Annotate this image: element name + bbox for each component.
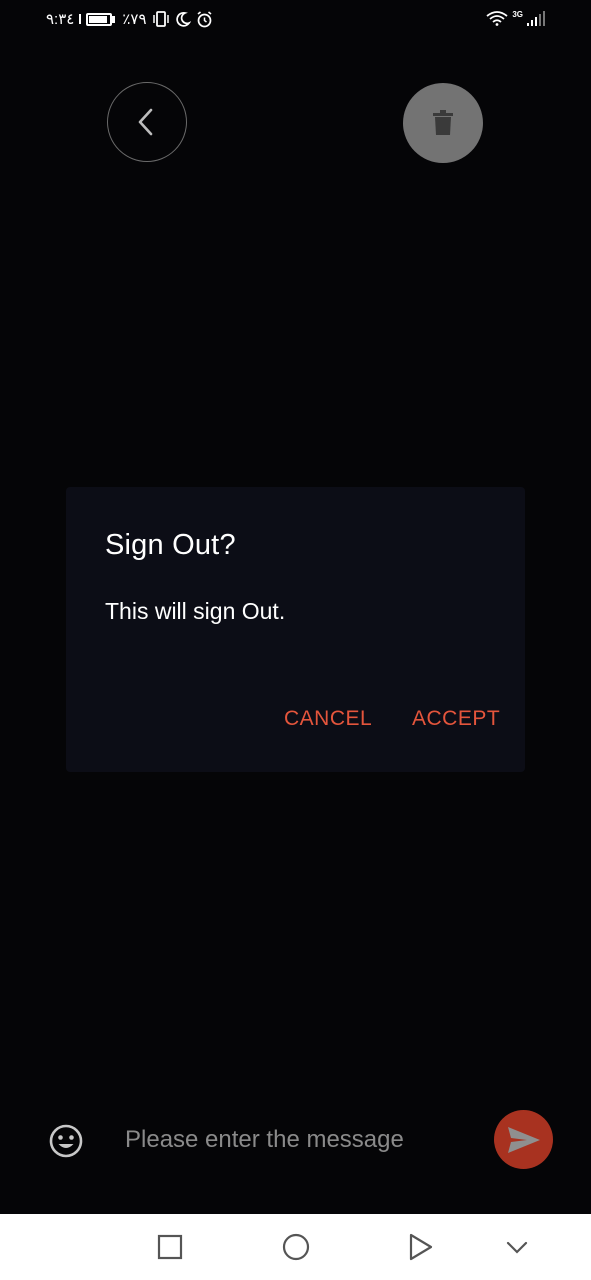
square-recents-icon: [157, 1234, 183, 1260]
send-icon: [507, 1126, 540, 1153]
cancel-button[interactable]: CANCEL: [284, 707, 372, 731]
sign-out-dialog: Sign Out? This will sign Out. CANCEL ACC…: [66, 487, 525, 772]
navigation-bar: [0, 1214, 591, 1280]
delete-button[interactable]: [403, 83, 483, 163]
back-button[interactable]: [107, 82, 187, 162]
battery-percent: ٪٧٩: [122, 11, 147, 28]
trash-icon: [433, 110, 453, 135]
status-left: ٩:٣٤ ٪٧٩: [46, 10, 213, 28]
message-input[interactable]: [110, 1118, 485, 1162]
recents-button[interactable]: [155, 1232, 185, 1262]
signal-icon: [527, 10, 545, 26]
home-button[interactable]: [281, 1232, 311, 1262]
moon-icon: [175, 12, 191, 27]
smiley-icon: [49, 1124, 83, 1158]
screen: ٩:٣٤ ٪٧٩ 3G Sign Out? This will sign Out…: [0, 0, 591, 1280]
status-time: ٩:٣٤: [46, 11, 75, 28]
vibrate-icon: [152, 11, 169, 27]
dialog-title: Sign Out?: [105, 529, 236, 561]
status-right: 3G: [486, 10, 545, 26]
send-button[interactable]: [494, 1110, 553, 1169]
wifi-icon: [486, 11, 508, 26]
status-bar: ٩:٣٤ ٪٧٩ 3G: [0, 0, 591, 42]
accept-button[interactable]: ACCEPT: [412, 707, 500, 731]
nav-dropdown-button[interactable]: [502, 1232, 532, 1262]
triangle-back-icon: [409, 1233, 433, 1261]
nav-back-button[interactable]: [406, 1232, 436, 1262]
divider-icon: [79, 14, 82, 24]
alarm-icon: [197, 10, 212, 27]
emoji-button[interactable]: [48, 1123, 84, 1159]
dialog-message: This will sign Out.: [105, 598, 286, 624]
battery-icon: [86, 12, 113, 26]
circle-home-icon: [282, 1233, 310, 1261]
chevron-down-icon: [506, 1241, 528, 1254]
battery-tip-icon: [112, 15, 116, 23]
chevron-left-icon: [138, 108, 153, 136]
network-type: 3G: [512, 9, 523, 19]
